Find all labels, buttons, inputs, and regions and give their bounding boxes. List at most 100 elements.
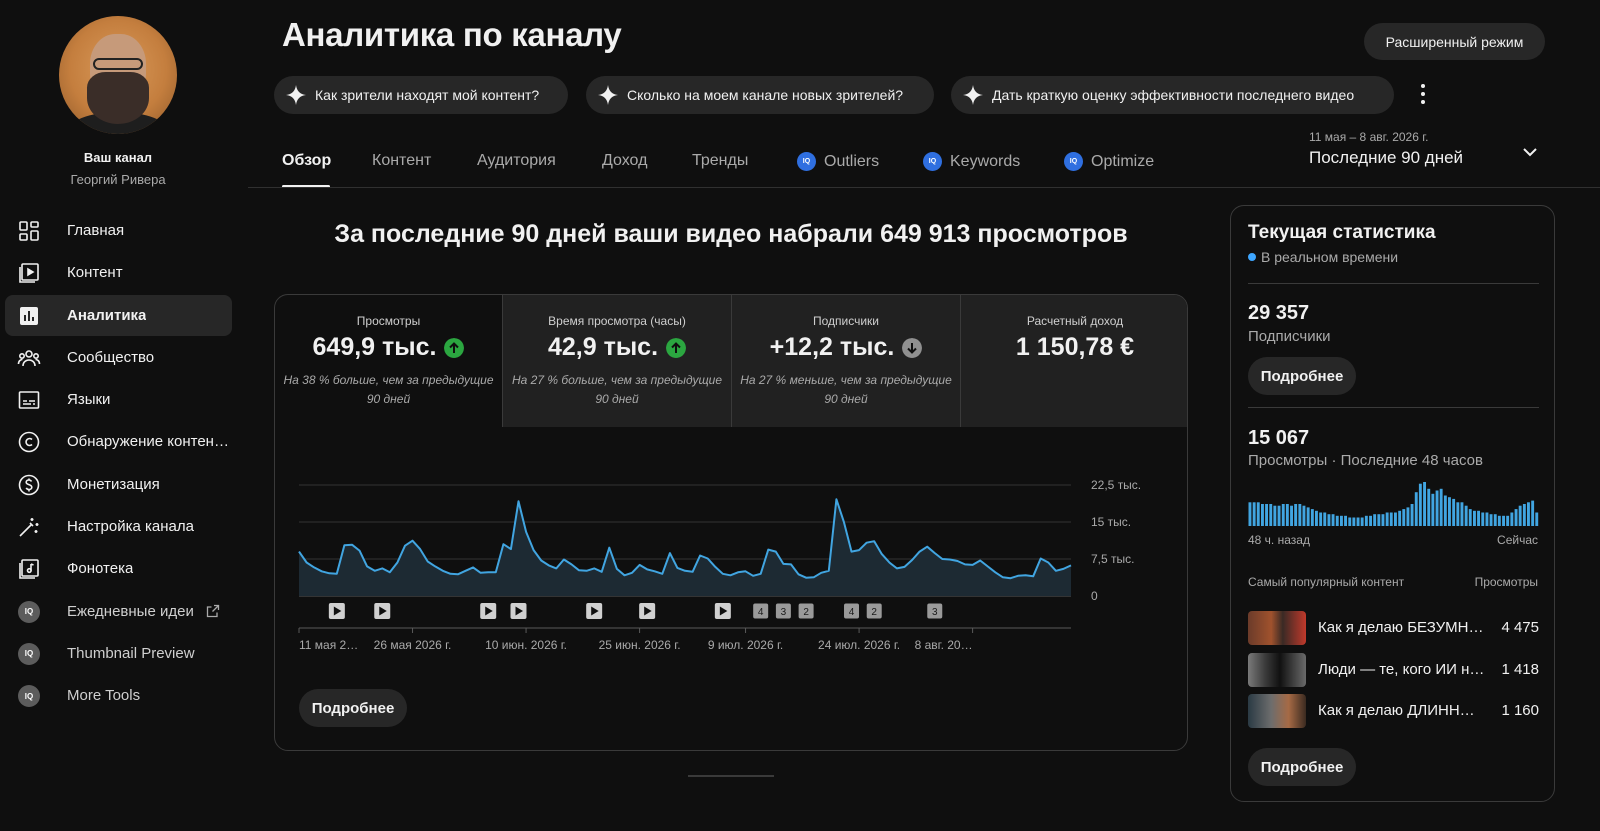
realtime-bar — [1481, 512, 1485, 526]
tab-outliers[interactable]: IQ Outliers — [797, 152, 879, 171]
divider — [1248, 283, 1539, 284]
realtime-title: Текущая статистика — [1248, 222, 1436, 243]
realtime-bar — [1319, 512, 1323, 526]
realtime-views-label: Просмотры · Последние 48 часов — [1248, 452, 1483, 469]
tab-overview[interactable]: Обзор — [282, 152, 331, 170]
subtitles-icon — [18, 391, 40, 409]
realtime-bar — [1427, 488, 1431, 526]
marker-count: 4 — [758, 607, 764, 618]
sidebar-item-monetization[interactable]: Монетизация — [5, 464, 232, 505]
tab-optimize[interactable]: IQ Optimize — [1064, 152, 1154, 171]
sidebar-item-label: Фонотека — [67, 560, 134, 578]
more-options-icon[interactable] — [1413, 80, 1433, 108]
realtime-bar — [1477, 510, 1480, 526]
analytics-icon — [20, 306, 38, 325]
sidebar-item-languages[interactable]: Языки — [5, 379, 232, 420]
top-content-item[interactable]: Как я делаю ДЛИНН… 1 160 — [1248, 694, 1539, 728]
sidebar-item-label: Thumbnail Preview — [67, 644, 195, 662]
chevron-down-icon[interactable] — [1520, 142, 1540, 162]
sidebar-item-community[interactable]: Сообщество — [5, 337, 232, 378]
iq-icon: IQ — [923, 152, 942, 171]
iq-icon: IQ — [797, 152, 816, 171]
top-content-more-button[interactable]: Подробнее — [1248, 748, 1356, 786]
bars-start-label: 48 ч. назад — [1248, 533, 1310, 547]
subscribers-more-button[interactable]: Подробнее — [1248, 357, 1356, 395]
sidebar-item-daily-ideas[interactable]: IQ Ежедневные идеи — [5, 591, 232, 632]
tab-keywords[interactable]: IQ Keywords — [923, 152, 1020, 171]
sidebar-item-audio-library[interactable]: Фонотека — [5, 548, 232, 589]
realtime-bar — [1473, 510, 1476, 526]
y-tick-label: 0 — [1091, 589, 1098, 603]
video-title: Как я делаю ДЛИНН… — [1318, 702, 1475, 719]
date-preset[interactable]: Последние 90 дней — [1309, 148, 1463, 168]
realtime-bar — [1269, 504, 1273, 526]
sidebar-item-label: Языки — [67, 391, 111, 409]
sidebar-item-customization[interactable]: Настройка канала — [5, 506, 232, 547]
realtime-bar — [1414, 492, 1418, 526]
scroll-indicator — [688, 775, 774, 777]
suggestion-chip-new-viewers[interactable]: Сколько на моем канале новых зрителей? — [586, 76, 934, 114]
realtime-views-count: 15 067 — [1248, 427, 1310, 449]
y-tick-label: 22,5 тыс. — [1091, 478, 1141, 492]
sidebar-item-more-tools[interactable]: IQ More Tools — [5, 675, 232, 716]
x-tick-label: 8 авг. 20… — [915, 638, 973, 652]
tab-audience[interactable]: Аудитория — [477, 152, 556, 170]
date-range[interactable]: 11 мая – 8 авг. 2026 г. — [1309, 130, 1428, 144]
advanced-mode-button[interactable]: Расширенный режим — [1364, 23, 1545, 60]
realtime-bar-chart[interactable] — [1248, 482, 1539, 526]
iq-icon: IQ — [17, 642, 41, 666]
realtime-bar — [1327, 514, 1331, 526]
sidebar-item-label: Ежедневные идеи — [67, 602, 194, 620]
suggestion-chip-last-video[interactable]: Дать краткую оценку эффективности послед… — [951, 76, 1394, 114]
sidebar-item-label: Контент — [67, 264, 123, 282]
channel-label: Ваш канал — [83, 150, 153, 165]
realtime-bar — [1369, 515, 1372, 526]
more-details-button[interactable]: Подробнее — [299, 689, 407, 727]
video-thumbnail — [1248, 611, 1306, 645]
realtime-bar — [1373, 514, 1377, 526]
tab-content[interactable]: Контент — [372, 152, 431, 170]
video-thumbnail — [1248, 694, 1306, 728]
tab-label: Аудитория — [477, 152, 556, 169]
copyright-icon — [18, 432, 40, 453]
tab-label: Outliers — [824, 152, 880, 170]
top-content-item[interactable]: Люди — те, кого ИИ н… 1 418 — [1248, 653, 1539, 687]
marker-count: 4 — [849, 607, 855, 618]
sparkle-icon — [963, 85, 983, 105]
realtime-bar — [1431, 493, 1435, 526]
sidebar-item-content-detection[interactable]: Обнаружение контен… — [5, 421, 232, 462]
realtime-bar — [1385, 512, 1389, 526]
tab-label: Keywords — [950, 152, 1021, 170]
sidebar-item-home[interactable]: Главная — [5, 210, 232, 251]
external-link-icon — [206, 604, 220, 617]
x-tick-label: 25 июн. 2026 г. — [599, 638, 681, 652]
top-content-item[interactable]: Как я делаю БЕЗУМН… 4 475 — [1248, 611, 1539, 645]
tab-trends[interactable]: Тренды — [692, 152, 748, 170]
sidebar-item-analytics[interactable]: Аналитика — [5, 294, 232, 336]
views-chart[interactable]: 22,5 тыс. 15 тыс. 7,5 тыс. 0 4 3 2 4 2 3 11 мая 2…… — [275, 295, 1188, 675]
tabs-divider — [248, 187, 1600, 188]
sidebar-item-label: More Tools — [67, 687, 141, 705]
realtime-bar — [1348, 517, 1352, 526]
realtime-bar — [1323, 512, 1327, 526]
summary-headline: За последние 90 дней ваши видео набрали … — [334, 220, 1128, 248]
realtime-bar — [1485, 512, 1489, 526]
tab-revenue[interactable]: Доход — [602, 152, 647, 170]
realtime-bar — [1522, 504, 1526, 526]
subscribers-count: 29 357 — [1248, 302, 1310, 324]
channel-name[interactable]: Георгий Ривера — [0, 172, 236, 187]
sidebar-item-label: Монетизация — [67, 475, 160, 493]
realtime-bar — [1364, 515, 1368, 526]
realtime-bar — [1418, 483, 1422, 526]
sidebar: Ваш канал Георгий Ривера Главная Контент… — [0, 0, 240, 831]
avatar[interactable] — [59, 16, 177, 134]
tab-label: Тренды — [692, 152, 749, 169]
overview-card: Просмотры 649,9 тыс. На 38 % больше, чем… — [274, 294, 1188, 751]
sidebar-item-thumbnail-preview[interactable]: IQ Thumbnail Preview — [5, 633, 232, 674]
realtime-bar — [1381, 514, 1385, 526]
suggestion-chip-traffic[interactable]: Как зрители находят мой контент? — [274, 76, 568, 114]
realtime-bar — [1389, 512, 1393, 526]
chip-label: Дать краткую оценку эффективности послед… — [992, 87, 1355, 103]
sidebar-item-content[interactable]: Контент — [5, 252, 232, 293]
iq-icon: IQ — [17, 600, 41, 624]
